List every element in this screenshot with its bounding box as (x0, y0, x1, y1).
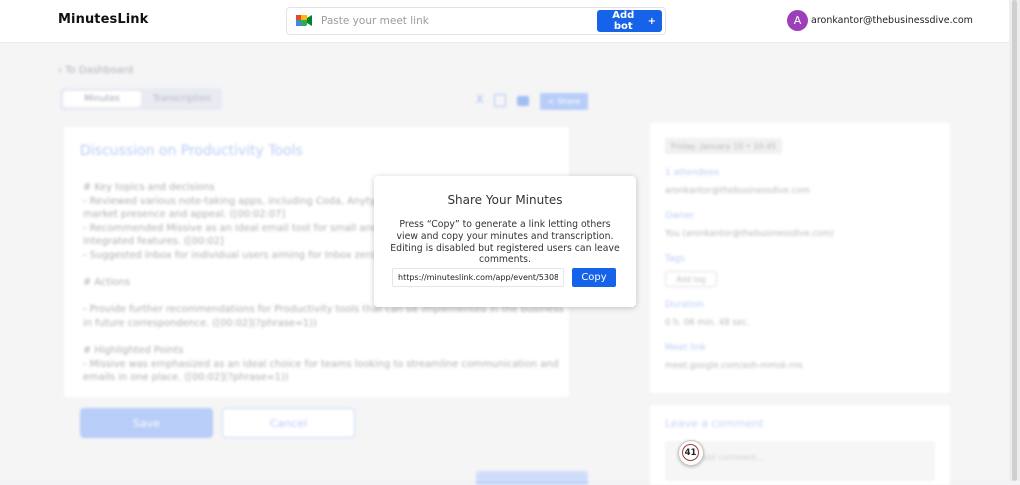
copy-button[interactable]: Copy (572, 268, 616, 287)
minuteslink-logo[interactable]: MinutesLink (58, 12, 148, 27)
share-link-field[interactable] (392, 268, 564, 287)
notification-count: 41 (682, 444, 699, 461)
google-meet-icon (296, 15, 312, 26)
user-email[interactable]: aronkantor@thebusinessdive.com (811, 15, 973, 26)
scrollbar-thumb[interactable] (1012, 0, 1017, 481)
dialog-title: Share Your Minutes (447, 193, 563, 207)
top-navigation-bar: MinutesLink Add bot + A aronkantor@thebu… (0, 0, 1009, 43)
share-minutes-dialog: Share Your Minutes Press “Copy” to gener… (374, 176, 636, 307)
user-avatar[interactable]: A (787, 10, 808, 31)
add-bot-button[interactable]: Add bot + (597, 10, 662, 32)
notification-badge[interactable]: 41 (678, 440, 704, 466)
dialog-description: Press “Copy” to generate a link letting … (390, 219, 620, 266)
add-bot-label: Add bot (612, 10, 635, 32)
plus-icon: + (647, 15, 656, 27)
meet-link-input[interactable] (319, 10, 593, 32)
